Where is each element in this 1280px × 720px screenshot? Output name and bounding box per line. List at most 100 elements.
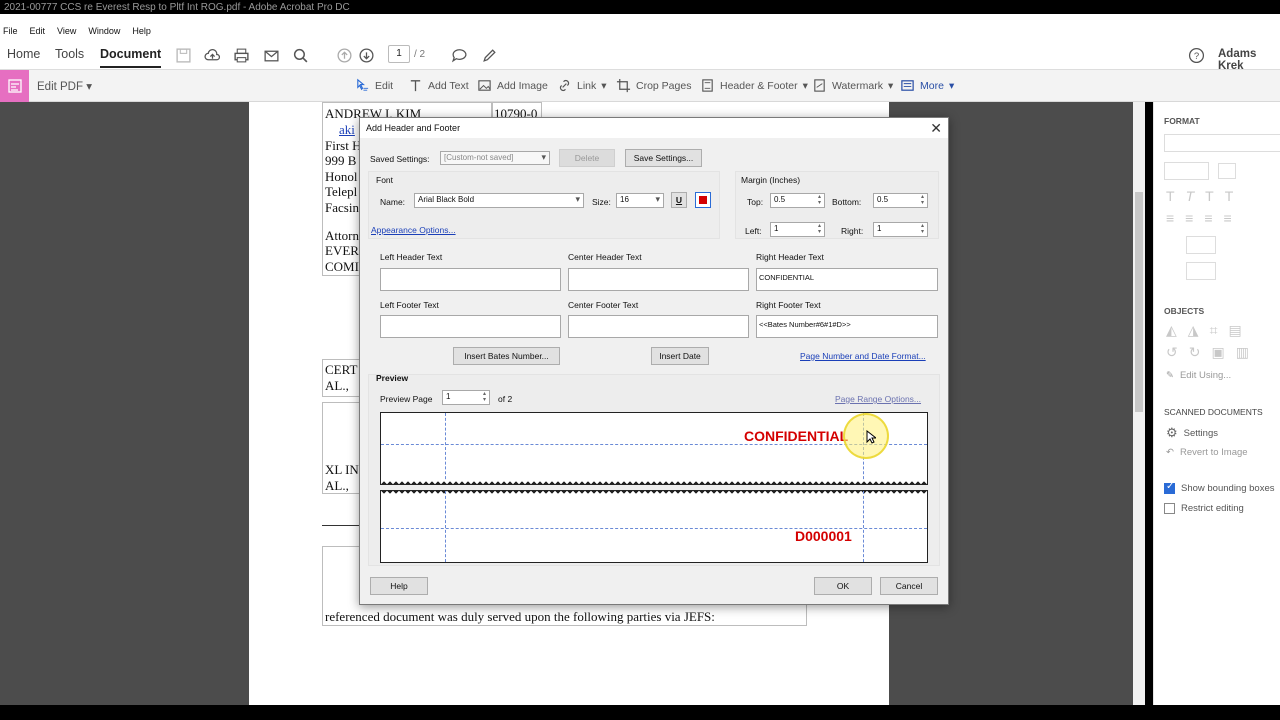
char-scale-dropdown[interactable] — [1186, 262, 1216, 280]
page-number-format-link[interactable]: Page Number and Date Format... — [800, 351, 926, 361]
checkbox-unchecked-icon — [1164, 503, 1175, 514]
print-icon[interactable] — [231, 45, 251, 65]
user-name[interactable]: Adams Krek — [1218, 48, 1280, 72]
font-size-dropdown[interactable] — [1164, 162, 1209, 180]
email-icon[interactable] — [261, 45, 281, 65]
help-icon[interactable]: ? — [1186, 45, 1206, 65]
more-button[interactable]: More ▾ — [900, 78, 954, 93]
preview-page-input[interactable]: 1 — [442, 390, 490, 405]
group-icon[interactable]: ▥ — [1236, 344, 1249, 361]
document-scrollbar[interactable] — [1133, 102, 1145, 705]
font-size-dropdown[interactable]: 16 — [616, 193, 664, 208]
ok-button[interactable]: OK — [814, 577, 872, 595]
bottom-margin-label: Bottom: — [832, 197, 862, 207]
right-margin-input[interactable]: 1 — [873, 222, 928, 237]
comment-icon[interactable] — [449, 45, 469, 65]
rotate-left-icon[interactable]: ↺ — [1166, 344, 1178, 361]
font-name-dropdown[interactable]: Arial Black Bold — [414, 193, 584, 208]
color-picker[interactable] — [1218, 163, 1236, 179]
crop-pages-button[interactable]: Crop Pages — [616, 78, 691, 93]
center-footer-input[interactable] — [568, 315, 749, 338]
settings-button[interactable]: ⚙ Settings — [1166, 425, 1218, 441]
page-number-input[interactable]: 1 — [388, 45, 410, 63]
align-center-icon[interactable]: ≡ — [1185, 210, 1193, 226]
saved-settings-dropdown[interactable]: [Custom-not saved] — [440, 151, 550, 165]
edit-pdf-title[interactable]: Edit PDF ▾ — [37, 79, 92, 93]
left-margin-input[interactable]: 1 — [770, 222, 825, 237]
tab-tools[interactable]: Tools — [55, 47, 84, 61]
center-footer-label: Center Footer Text — [568, 300, 639, 310]
show-bounding-checkbox[interactable]: Show bounding boxes — [1164, 481, 1275, 494]
justify-icon[interactable]: ≡ — [1224, 210, 1232, 226]
menu-file[interactable]: File — [3, 26, 18, 36]
bottom-margin-input[interactable]: 0.5 — [873, 193, 928, 208]
help-button[interactable]: Help — [370, 577, 428, 595]
pen-icon[interactable] — [479, 45, 499, 65]
menu-view[interactable]: View — [57, 26, 76, 36]
replace-image-icon[interactable]: ▣ — [1211, 344, 1224, 361]
doc-line: Telepl — [325, 184, 358, 199]
cancel-button[interactable]: Cancel — [880, 577, 938, 595]
superscript-icon[interactable]: T — [1225, 188, 1234, 204]
page-total: / 2 — [414, 49, 426, 60]
crop-object-icon[interactable]: ⌗ — [1210, 322, 1218, 339]
add-text-label: Add Text — [428, 79, 469, 92]
appearance-options-link[interactable]: Appearance Options... — [371, 225, 456, 235]
bottom-strip — [0, 705, 1280, 720]
edit-tool-button[interactable]: Edit — [355, 78, 393, 93]
left-header-label: Left Header Text — [380, 252, 443, 262]
right-footer-label: Right Footer Text — [756, 300, 821, 310]
scanned-heading: SCANNED DOCUMENTS — [1164, 407, 1263, 417]
italic-icon[interactable]: T — [1186, 188, 1195, 204]
tab-document[interactable]: Document — [100, 47, 162, 68]
edit-using-button[interactable]: ✎ Edit Using... — [1166, 370, 1231, 381]
delete-button[interactable]: Delete — [559, 149, 615, 167]
header-footer-dialog: Add Header and Footer ✕ Saved Settings: … — [359, 117, 949, 605]
left-header-input[interactable] — [380, 268, 561, 291]
underline-text-icon[interactable]: T — [1205, 188, 1214, 204]
rotate-right-icon[interactable]: ↻ — [1189, 344, 1201, 361]
watermark-icon — [814, 79, 825, 92]
align-left-icon[interactable]: ≡ — [1166, 210, 1174, 226]
font-dropdown[interactable] — [1164, 134, 1280, 152]
insert-date-button[interactable]: Insert Date — [651, 347, 709, 365]
align-right-icon[interactable]: ≡ — [1204, 210, 1212, 226]
right-footer-input[interactable]: <<Bates Number#6#1#D>> — [756, 315, 938, 338]
menu-edit[interactable]: Edit — [30, 26, 46, 36]
add-text-button[interactable]: Add Text — [408, 78, 469, 93]
close-icon[interactable]: ✕ — [930, 120, 942, 137]
link-button[interactable]: Link ▾ — [557, 78, 607, 93]
header-footer-button[interactable]: Header & Footer ▾ — [700, 78, 808, 93]
save-settings-button[interactable]: Save Settings... — [625, 149, 702, 167]
search-icon[interactable] — [290, 45, 310, 65]
font-color-button[interactable] — [695, 192, 711, 208]
insert-bates-button[interactable]: Insert Bates Number... — [453, 347, 560, 365]
tab-home[interactable]: Home — [7, 47, 40, 61]
previous-page-icon[interactable] — [334, 45, 354, 65]
text-icon[interactable]: T — [1166, 188, 1175, 204]
menu-window[interactable]: Window — [88, 26, 120, 36]
cloud-upload-icon[interactable] — [202, 45, 222, 65]
revert-icon: ↶ — [1166, 447, 1174, 458]
doc-link[interactable]: aki — [339, 122, 355, 138]
revert-button[interactable]: ↶ Revert to Image — [1166, 447, 1248, 458]
arrange-icon[interactable]: ▤ — [1228, 322, 1241, 339]
center-header-input[interactable] — [568, 268, 749, 291]
flip-horizontal-icon[interactable]: ◮ — [1188, 322, 1199, 339]
format-panel: FORMAT TTTT ≡ ≡ ≡ ≡ OBJECTS ◭ ◮ ⌗ ▤ ↺ ↻ ▣ ▥ ✎ Edit… — [1153, 102, 1280, 705]
save-icon[interactable] — [173, 45, 193, 65]
menu-help[interactable]: Help — [132, 26, 151, 36]
next-page-icon[interactable] — [356, 45, 376, 65]
watermark-button[interactable]: Watermark ▾ — [812, 78, 893, 93]
scrollbar-thumb[interactable] — [1135, 192, 1143, 412]
top-margin-input[interactable]: 0.5 — [770, 193, 825, 208]
underline-button[interactable]: U — [671, 192, 687, 208]
restrict-editing-checkbox[interactable]: Restrict editing — [1164, 503, 1244, 514]
flip-icon[interactable]: ◭ — [1166, 322, 1177, 339]
right-header-input[interactable]: CONFIDENTIAL — [756, 268, 938, 291]
add-image-button[interactable]: Add Image — [477, 78, 548, 93]
left-footer-input[interactable] — [380, 315, 561, 338]
line-spacing-dropdown[interactable] — [1186, 236, 1216, 254]
font-size-label: Size: — [592, 197, 611, 207]
page-range-options-link[interactable]: Page Range Options... — [835, 394, 921, 404]
